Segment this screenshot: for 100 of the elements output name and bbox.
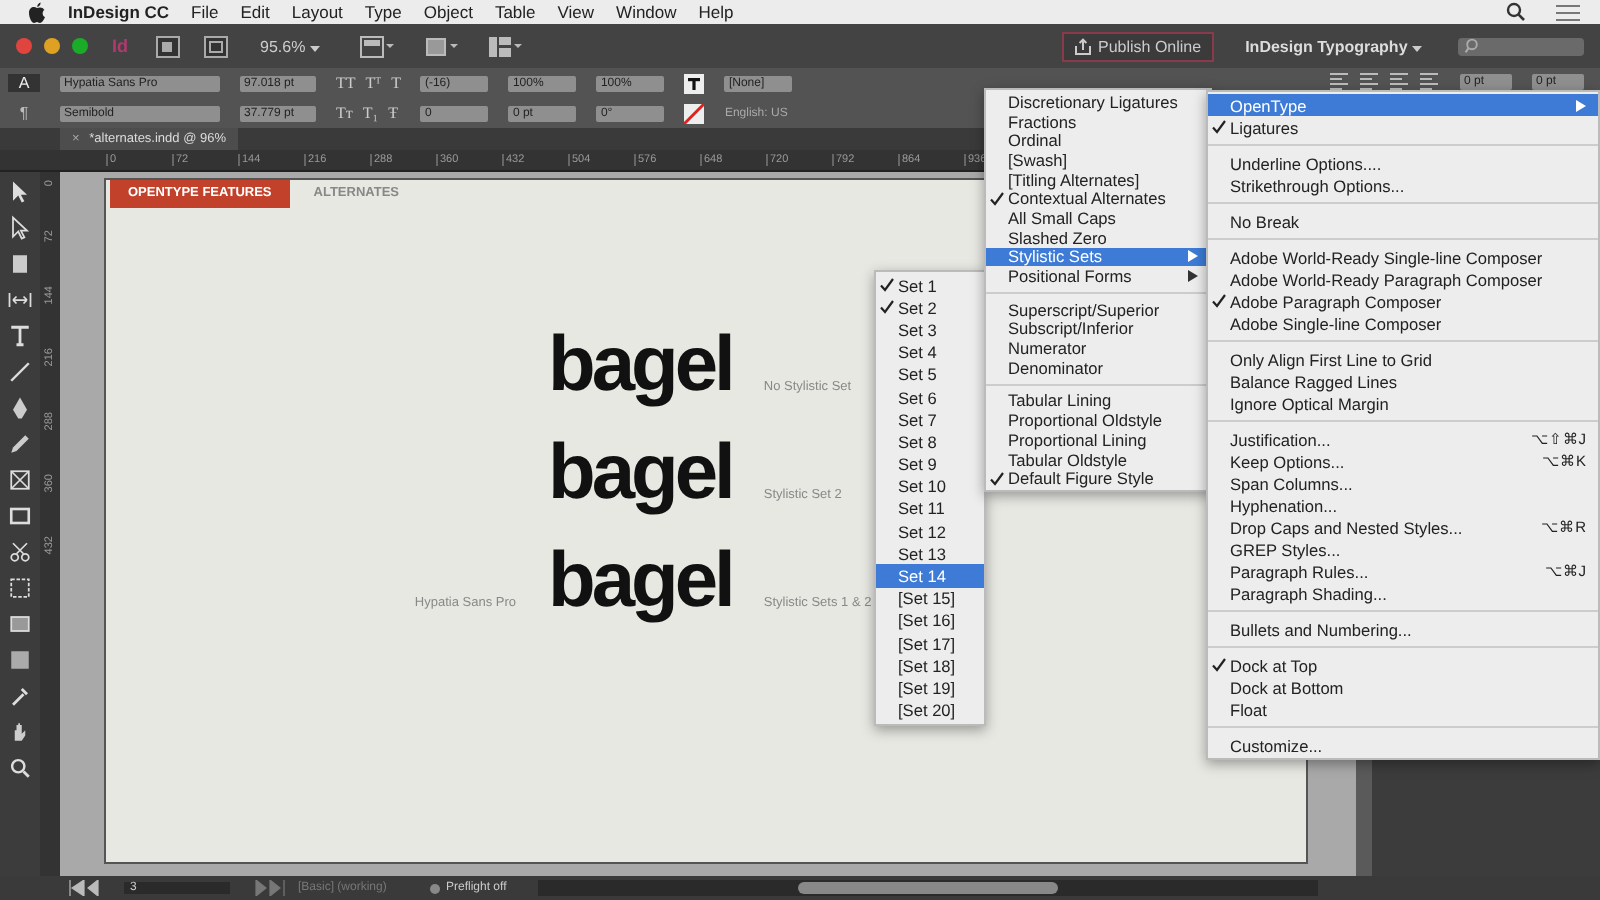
menu-bar-item[interactable]: Edit xyxy=(240,2,270,22)
menu-item[interactable]: Float xyxy=(1208,698,1598,720)
menu-item[interactable]: [Set 15] xyxy=(876,587,984,610)
menu-item[interactable]: Adobe Paragraph Composer xyxy=(1208,290,1598,312)
menu-item[interactable]: [Set 17] xyxy=(876,632,984,655)
menu-item[interactable]: No Break xyxy=(1208,210,1598,232)
menu-item[interactable]: Dock at Bottom xyxy=(1208,676,1598,698)
menu-bar-item[interactable]: View xyxy=(557,2,595,22)
direct-selection-icon[interactable] xyxy=(6,214,34,242)
menu-item[interactable]: Only Align First Line to Grid xyxy=(1208,348,1598,370)
menu-bar-item[interactable]: Help xyxy=(698,2,734,22)
menu-item[interactable]: Paragraph Shading... xyxy=(1208,582,1598,604)
menu-item[interactable]: Stylistic Sets xyxy=(986,247,1210,267)
line-icon[interactable] xyxy=(6,358,34,386)
menu-bar-item[interactable]: File xyxy=(191,2,219,22)
menu-item[interactable]: Ordinal xyxy=(986,130,1210,151)
search-field[interactable] xyxy=(1458,37,1584,55)
search-icon[interactable] xyxy=(1506,2,1526,22)
menu-item[interactable]: All Small Caps xyxy=(986,208,1210,228)
screen-mode-icon[interactable] xyxy=(423,35,460,57)
menu-item[interactable]: Ligatures xyxy=(1208,116,1598,138)
menu-item[interactable]: Set 11 xyxy=(876,497,984,521)
menu-item[interactable]: Default Figure Style xyxy=(986,468,1210,489)
eyedropper-icon[interactable] xyxy=(6,682,34,710)
menu-bar-item[interactable]: Layout xyxy=(291,2,343,22)
menu-item[interactable]: Set 2 xyxy=(876,296,984,319)
mode-toggle[interactable]: A xyxy=(8,74,40,92)
menu-item[interactable]: Bullets and Numbering... xyxy=(1208,618,1598,640)
type-style-button[interactable]: T₁ xyxy=(362,104,379,122)
menu-item[interactable]: Set 9 xyxy=(876,453,984,476)
scissors-icon[interactable] xyxy=(6,538,34,566)
menu-item[interactable]: Set 14 xyxy=(876,564,984,588)
menu-item[interactable]: Set 10 xyxy=(876,475,984,498)
type-style-button[interactable]: Tт xyxy=(336,104,353,122)
type-style-button[interactable]: Tᵀ xyxy=(365,74,382,92)
menu-bar-item[interactable]: Object xyxy=(423,2,473,22)
zoom-icon[interactable] xyxy=(6,754,34,782)
menu-item[interactable]: Strikethrough Options... xyxy=(1208,174,1598,196)
menu-item[interactable]: OpenType xyxy=(1208,94,1598,116)
publish-online-button[interactable]: Publish Online xyxy=(1061,31,1214,61)
menu-item[interactable]: Slashed Zero xyxy=(986,227,1210,247)
menu-item[interactable]: Set 12 xyxy=(876,520,984,543)
menu-item[interactable]: Balance Ragged Lines xyxy=(1208,370,1598,392)
minimize-window-button[interactable] xyxy=(44,38,60,54)
menu-item[interactable]: [Titling Alternates] xyxy=(986,169,1210,189)
menu-item[interactable]: Proportional Lining xyxy=(986,430,1210,450)
menu-item[interactable]: [Set 20] xyxy=(876,699,984,722)
menu-item[interactable]: Span Columns... xyxy=(1208,472,1598,494)
menu-item[interactable]: Proportional Oldstyle xyxy=(986,410,1210,430)
menu-bar-item[interactable]: Window xyxy=(616,2,677,22)
menu-item[interactable]: Set 4 xyxy=(876,341,984,364)
text-fill-icon[interactable] xyxy=(684,73,705,93)
apple-logo-icon[interactable] xyxy=(28,1,46,23)
type-style-button[interactable]: T xyxy=(391,74,401,92)
align-icon[interactable] xyxy=(1360,72,1378,90)
menu-item[interactable]: Tabular Oldstyle xyxy=(986,449,1210,469)
menu-item[interactable]: Contextual Alternates xyxy=(986,188,1210,209)
zoom-window-button[interactable] xyxy=(72,38,88,54)
menu-item[interactable]: Adobe World-Ready Single-line Composer xyxy=(1208,246,1598,268)
no-stroke-icon[interactable] xyxy=(684,103,705,123)
menu-item[interactable]: Subscript/Inferior xyxy=(986,319,1210,339)
menu-item[interactable]: Set 5 xyxy=(876,363,984,386)
type-icon[interactable] xyxy=(6,322,34,350)
mode-toggle[interactable]: ¶ xyxy=(8,104,40,122)
menu-item[interactable]: Denominator xyxy=(986,357,1210,378)
menu-item[interactable]: Customize... xyxy=(1208,734,1598,756)
menu-item[interactable]: Hyphenation... xyxy=(1208,494,1598,516)
menu-item[interactable]: Tabular Lining xyxy=(986,391,1210,411)
type-style-button[interactable]: TT xyxy=(336,74,356,92)
pencil-icon[interactable] xyxy=(6,430,34,458)
workspace-switcher[interactable]: InDesign Typography xyxy=(1245,37,1422,55)
menu-item[interactable]: Set 1 xyxy=(876,274,984,297)
menu-item[interactable]: Set 7 xyxy=(876,408,984,431)
frame-icon[interactable] xyxy=(6,466,34,494)
menu-item[interactable]: Set 8 xyxy=(876,430,984,453)
align-icon[interactable] xyxy=(1330,72,1348,90)
menu-item[interactable]: Ignore Optical Margin xyxy=(1208,392,1598,414)
menu-item[interactable]: Underline Options.... xyxy=(1208,152,1598,174)
zoom-level-dropdown[interactable]: 95.6% xyxy=(260,37,320,55)
menu-item[interactable]: Adobe Single-line Composer xyxy=(1208,312,1598,334)
align-icon[interactable] xyxy=(1390,72,1408,90)
menu-item[interactable]: [Set 19] xyxy=(876,676,984,700)
menu-item[interactable]: Adobe World-Ready Paragraph Composer xyxy=(1208,268,1598,290)
menu-item[interactable]: Dock at Top xyxy=(1208,654,1598,676)
rectangle-icon[interactable] xyxy=(6,502,34,530)
menu-item[interactable]: [Set 18] xyxy=(876,654,984,677)
menu-bar-item[interactable]: Type xyxy=(364,2,402,22)
menu-item[interactable]: Set 13 xyxy=(876,542,984,565)
menu-item[interactable]: Superscript/Superior xyxy=(986,299,1210,320)
type-style-button[interactable]: Ŧ xyxy=(388,104,398,122)
arrange-documents-icon[interactable] xyxy=(487,35,524,57)
menu-item[interactable]: Discretionary Ligatures xyxy=(986,92,1210,112)
menu-bar-item[interactable]: Table xyxy=(494,2,536,22)
view-options-icon[interactable] xyxy=(359,35,396,57)
menu-item[interactable]: Fractions xyxy=(986,111,1210,131)
menu-item[interactable]: Positional Forms xyxy=(986,266,1210,286)
menu-item[interactable]: [Set 16] xyxy=(876,609,984,632)
menu-item[interactable]: Set 6 xyxy=(876,385,984,409)
list-icon[interactable] xyxy=(1556,3,1580,21)
align-icon[interactable] xyxy=(1420,72,1438,90)
